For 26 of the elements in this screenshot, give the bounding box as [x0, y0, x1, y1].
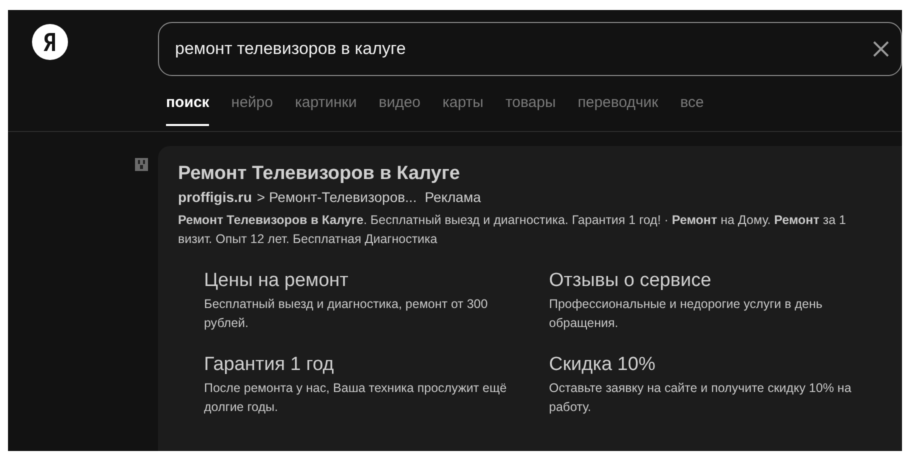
sitelink-text: Профессиональные и недорогие услуги в день обращения.	[549, 296, 824, 332]
sitelink-text: Бесплатный выезд и диагностика, ремонт от 300 рублей.	[204, 296, 489, 332]
search-tab[interactable]: карты	[442, 92, 484, 126]
result-path[interactable]: > Ремонт-Телевизоров...	[256, 187, 417, 208]
search-tab[interactable]: все	[680, 92, 704, 126]
sitelink-title[interactable]: Отзывы о сервисе	[549, 269, 712, 293]
ad-label: Реклама	[424, 188, 481, 207]
search-tab[interactable]: поиск	[166, 92, 210, 126]
result-title[interactable]: Ремонт Телевизоров в Калуге	[178, 162, 902, 186]
sitelink-title[interactable]: Скидка 10%	[549, 353, 656, 377]
search-tab[interactable]: видео	[378, 92, 421, 126]
result-snippet: Ремонт Телевизоров в Калуге. Бесплатный выезд и диагностика. Гарантия 1 год! · Ремонт на Дому. Ремонт за 1 визит. Опыт 12 лет. Бесплатная Диагностика	[178, 212, 847, 248]
close-icon[interactable]	[873, 41, 889, 57]
search-tab[interactable]: картинки	[295, 92, 357, 126]
search-field[interactable]: ремонт телевизоров в калуге	[158, 22, 902, 76]
search-tab[interactable]: переводчик	[578, 92, 658, 126]
search-tab[interactable]: нейро	[231, 92, 273, 126]
sitelink-title[interactable]: Цены на ремонт	[204, 269, 348, 293]
site-icon	[135, 158, 148, 171]
logo-icon[interactable]	[32, 24, 68, 60]
sitelink-text: Оставьте заявку на сайте и получите скидку 10% на работу.	[549, 380, 852, 416]
search-query: ремонт телевизоров в калуге	[175, 38, 407, 60]
sitelink-title[interactable]: Гарантия 1 год	[204, 353, 334, 377]
result-domain[interactable]: proffigis.ru	[178, 187, 252, 208]
sitelink-text: После ремонта у нас, Ваша техника прослужит ещё долгие годы.	[204, 380, 508, 416]
search-tab[interactable]: товары	[505, 92, 556, 126]
